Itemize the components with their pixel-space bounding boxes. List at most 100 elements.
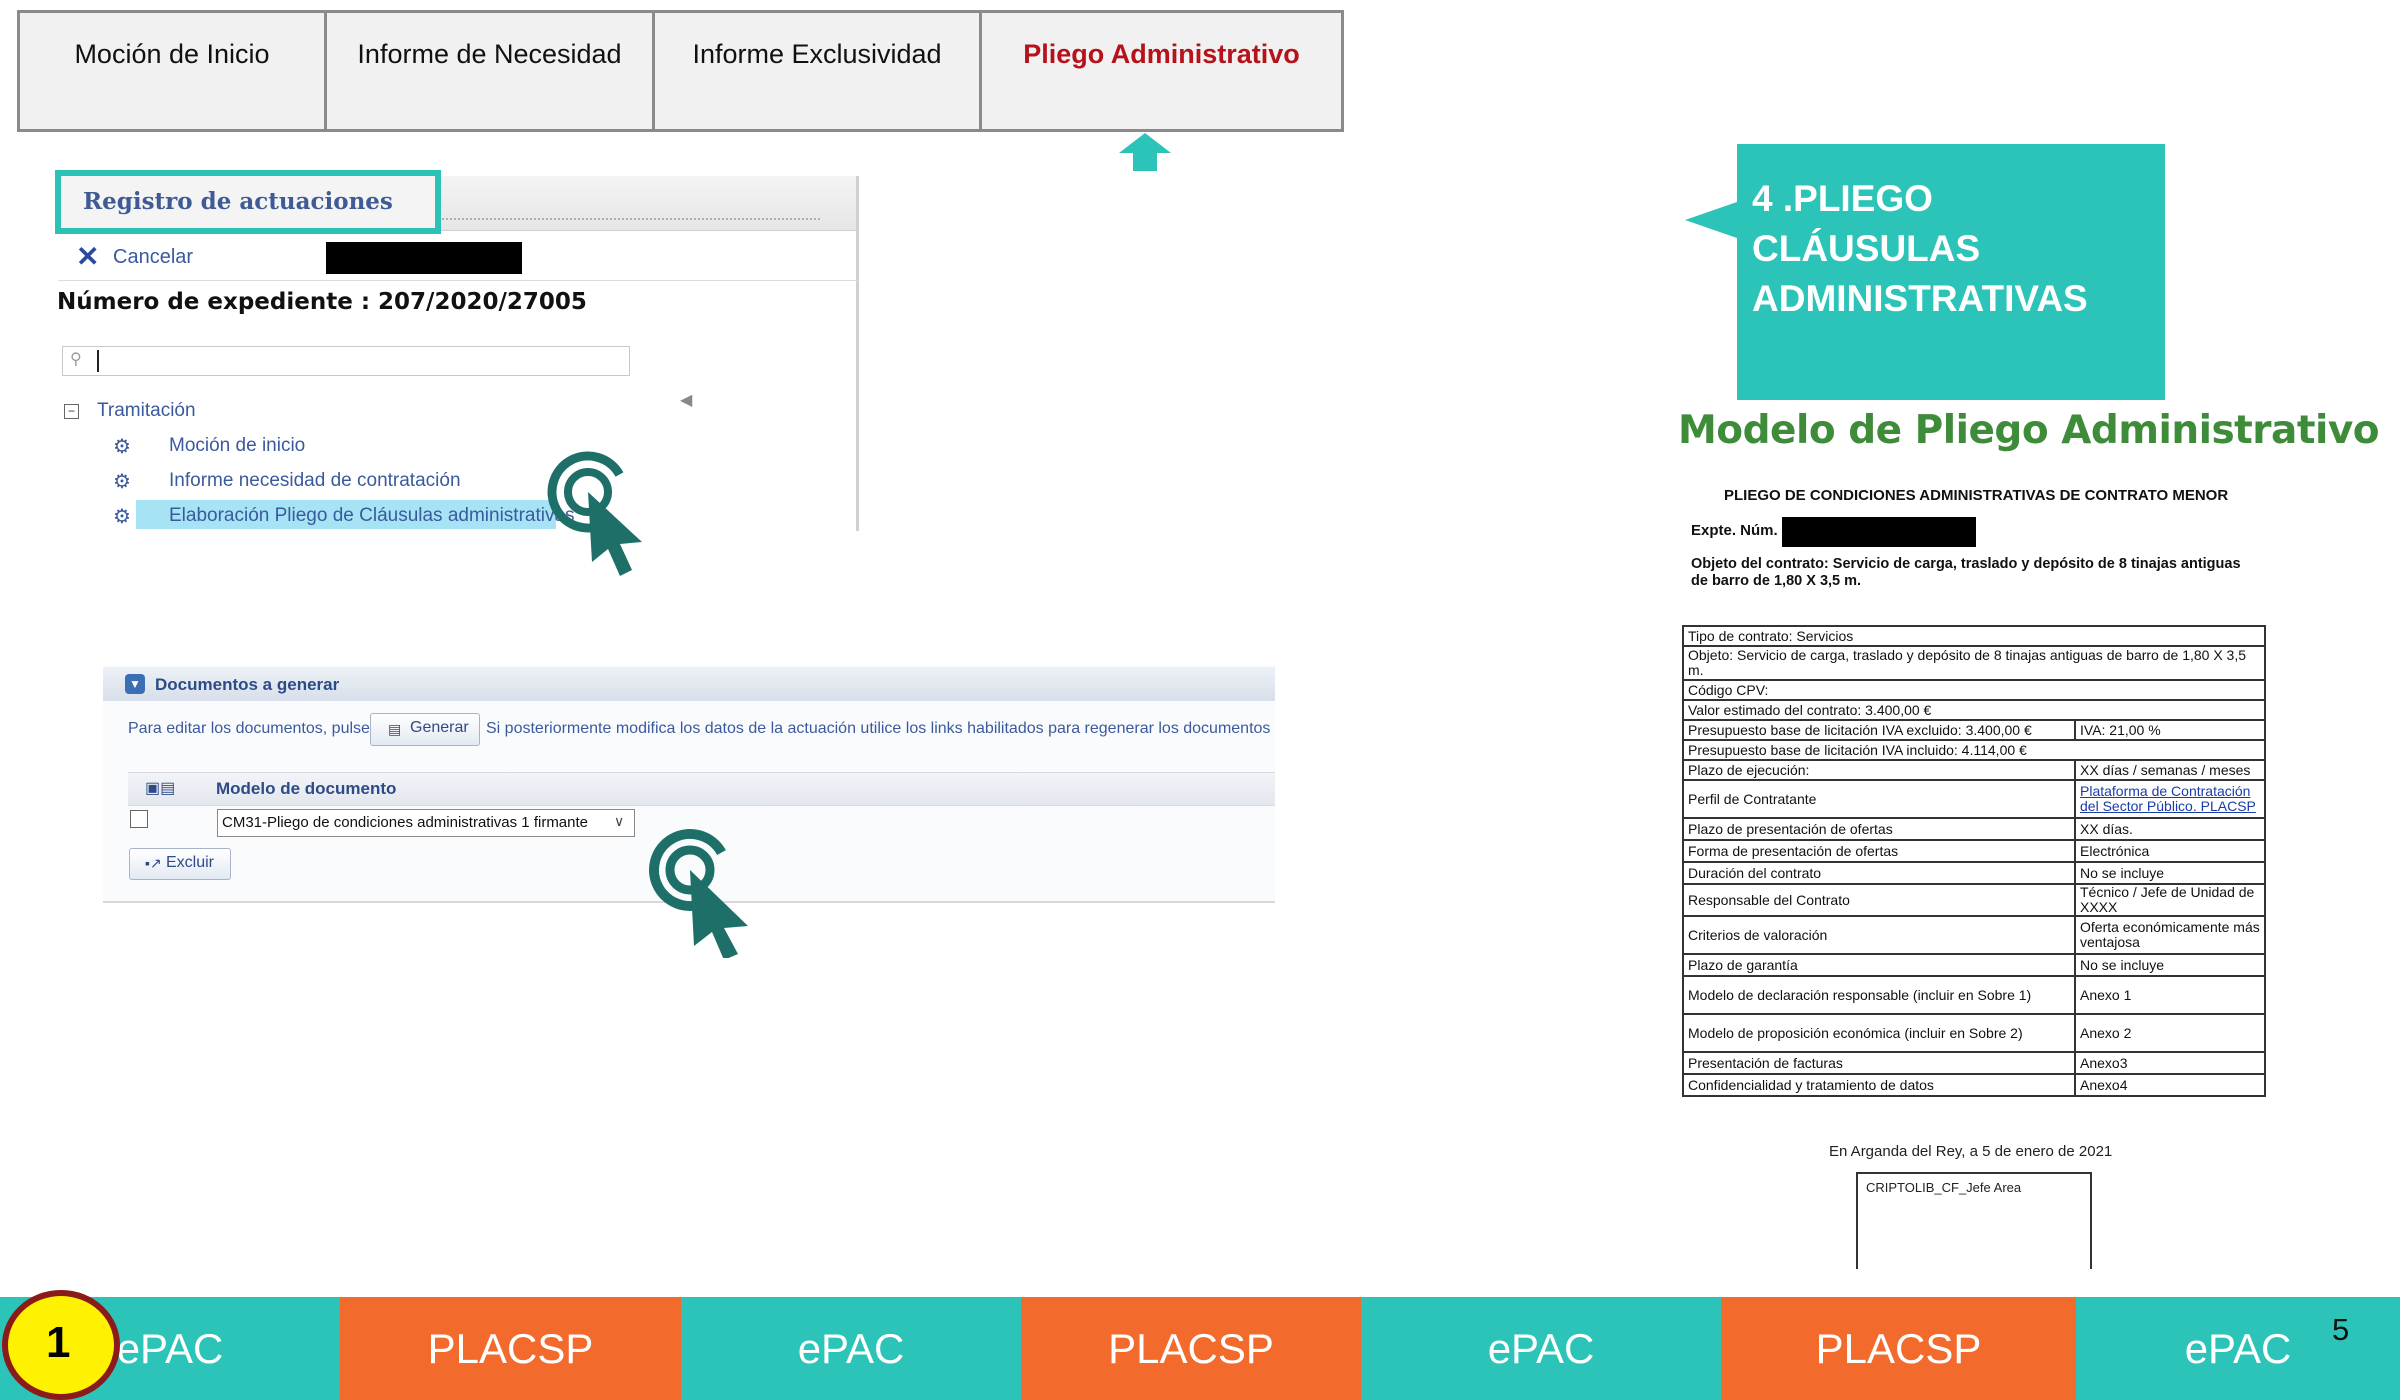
tree-item-mocion-inicio[interactable]: Moción de inicio: [169, 435, 305, 457]
generar-button-label: Generar: [410, 719, 469, 736]
search-input[interactable]: [62, 346, 630, 376]
table-row: Confidencialidad y tratamiento de datos A…: [1682, 1073, 2266, 1097]
close-icon[interactable]: ✕: [76, 240, 99, 273]
collapse-arrow-icon[interactable]: ◀: [680, 390, 692, 410]
bar-segment-placsp: PLACSP: [1721, 1297, 2076, 1400]
table-cell: Valor estimado del contrato: 3.400,00 €: [1682, 699, 2266, 721]
bar-segment-epac: ePAC: [2076, 1297, 2400, 1400]
table-cell: XX días / semanas / meses: [2074, 759, 2266, 781]
table-row: Plazo de garantía No se incluye: [1682, 953, 2266, 977]
click-pointer-icon: [547, 451, 642, 576]
table-cell: Técnico / Jefe de Unidad de XXXX: [2074, 883, 2266, 917]
column-toggle-icon[interactable]: ▣▤: [145, 778, 175, 798]
bar-segment-placsp: PLACSP: [340, 1297, 681, 1400]
table-cell: XX días.: [2074, 817, 2266, 841]
table-cell: No se incluye: [2074, 861, 2266, 885]
tab-informe-exclusividad[interactable]: Informe Exclusividad: [655, 13, 982, 129]
document-icon: ▤: [388, 721, 402, 737]
cancel-button[interactable]: Cancelar: [113, 246, 193, 269]
tree-root-tramitacion[interactable]: Tramitación: [97, 400, 196, 422]
chevron-down-icon: ∨: [614, 813, 625, 829]
chevron-down-icon[interactable]: ▼: [125, 674, 145, 694]
table-cell: Presentación de facturas: [1682, 1051, 2076, 1075]
tab-label: Moción de Inicio: [74, 39, 270, 69]
tab-label: Pliego Administrativo: [1023, 39, 1300, 69]
table-cell: Criterios de valoración: [1682, 915, 2076, 955]
table-row: Plazo de presentación de ofertas XX días.: [1682, 817, 2266, 841]
excluir-button-label: Excluir: [166, 854, 215, 871]
table-cell: Anexo 1: [2074, 975, 2266, 1015]
gear-icon: ⚙: [113, 436, 131, 458]
search-icon: ⚲: [70, 351, 82, 368]
table-cell: Tipo de contrato: Servicios: [1682, 625, 2266, 647]
tab-label: Informe Exclusividad: [692, 39, 942, 69]
table-row: Modelo de proposición económica (incluir…: [1682, 1013, 2266, 1053]
row-checkbox[interactable]: [130, 810, 148, 828]
table-cell: Modelo de declaración responsable (inclu…: [1682, 975, 2076, 1015]
table-row: Modelo de declaración responsable (inclu…: [1682, 975, 2266, 1015]
divider: [442, 218, 820, 220]
table-cell: Modelo de proposición económica (incluir…: [1682, 1013, 2076, 1053]
text-cursor: [97, 350, 99, 372]
callout-text: 4 .PLIEGO CLÁUSULAS ADMINISTRATIVAS: [1752, 174, 2142, 324]
up-arrow-icon: [1119, 133, 1171, 171]
table-cell: Anexo3: [2074, 1051, 2266, 1075]
modelo-heading: Modelo de Pliego Administrativo: [1678, 408, 2380, 453]
page-number: 5: [2332, 1312, 2350, 1347]
bar-label: ePAC: [797, 1324, 905, 1372]
gear-icon: ⚙: [113, 506, 131, 528]
table-cell: Plazo de ejecución:: [1682, 759, 2076, 781]
table-cell: Plazo de presentación de ofertas: [1682, 817, 2076, 841]
tab-pliego-administrativo[interactable]: Pliego Administrativo: [982, 13, 1341, 129]
modelo-select-value: CM31-Pliego de condiciones administrativ…: [222, 814, 589, 831]
exclude-icon: ▪↗: [145, 855, 162, 871]
bar-label: PLACSP: [427, 1324, 594, 1372]
perfil-contratante-link[interactable]: Plataforma de Contratación del Sector Pú…: [2080, 783, 2256, 814]
tab-label: Informe de Necesidad: [357, 39, 622, 69]
tab-informe-necesidad[interactable]: Informe de Necesidad: [327, 13, 655, 129]
top-tab-bar: Moción de Inicio Informe de Necesidad In…: [17, 10, 1344, 132]
table-cell: Anexo4: [2074, 1073, 2266, 1097]
table-cell: Presupuesto base de licitación IVA exclu…: [1682, 719, 2076, 741]
tree-collapse-icon[interactable]: −: [64, 404, 79, 419]
tab-mocion-inicio[interactable]: Moción de Inicio: [20, 13, 327, 129]
table-row: Presentación de facturas Anexo3: [1682, 1051, 2266, 1075]
table-cell: Responsable del Contrato: [1682, 883, 2076, 917]
redacted-field: [326, 242, 522, 274]
table-cell: Perfil de Contratante: [1682, 779, 2076, 819]
tree-item-pliego-clausulas[interactable]: Elaboración Pliego de Cláusulas administ…: [169, 505, 575, 527]
table-cell: IVA: 21,00 %: [2074, 719, 2266, 741]
table-cell: Confidencialidad y tratamiento de datos: [1682, 1073, 2076, 1097]
table-cell: Presupuesto base de licitación IVA inclu…: [1682, 739, 2266, 761]
table-cell: Objeto: Servicio de carga, traslado y de…: [1682, 645, 2266, 681]
expte-label: Expte. Núm.: [1691, 522, 1778, 539]
objeto-contrato: Objeto del contrato: Servicio de carga, …: [1691, 556, 2241, 589]
callout-line: 4 .PLIEGO: [1752, 178, 1933, 219]
table-cell: Forma de presentación de ofertas: [1682, 839, 2076, 863]
table-cell: No se incluye: [2074, 953, 2266, 977]
bar-segment-epac: ePAC: [681, 1297, 1021, 1400]
bar-label: ePAC: [2184, 1324, 2292, 1372]
table-cell: Plazo de garantía: [1682, 953, 2076, 977]
bar-label: PLACSP: [1108, 1324, 1274, 1372]
tree-item-informe-necesidad[interactable]: Informe necesidad de contratación: [169, 470, 461, 492]
callout-line: CLÁUSULAS: [1752, 228, 1981, 269]
pliego-table: Tipo de contrato: Servicios Objeto: Serv…: [1682, 625, 2266, 1097]
instruction-text-after: Si posteriormente modifica los datos de …: [486, 720, 1271, 737]
instruction-text: Para editar los documentos, pulse: [128, 720, 370, 737]
table-row: Duración del contrato No se incluye: [1682, 861, 2266, 885]
bar-segment-placsp: PLACSP: [1021, 1297, 1361, 1400]
table-row: Plazo de ejecución: XX días / semanas / m…: [1682, 759, 2266, 781]
platform-bar: ePAC PLACSP ePAC PLACSP ePAC PLACSP ePAC: [0, 1297, 2400, 1400]
bar-segment-epac: ePAC: [1361, 1297, 1721, 1400]
step-badge-number: 1: [46, 1318, 71, 1367]
document-date: En Arganda del Rey, a 5 de enero de 2021: [1829, 1143, 2113, 1160]
table-cell: Oferta económicamente más ventajosa: [2074, 915, 2266, 955]
table-row: Forma de presentación de ofertas Electrón…: [1682, 839, 2266, 863]
table-cell: Electrónica: [2074, 839, 2266, 863]
document-title: PLIEGO DE CONDICIONES ADMINISTRATIVAS DE…: [1724, 487, 2229, 504]
table-cell: Anexo 2: [2074, 1013, 2266, 1053]
table-row: Perfil de Contratante Plataforma de Contr…: [1682, 779, 2266, 819]
click-pointer-icon: [649, 829, 748, 958]
table-row: Criterios de valoración Oferta económicam…: [1682, 915, 2266, 955]
